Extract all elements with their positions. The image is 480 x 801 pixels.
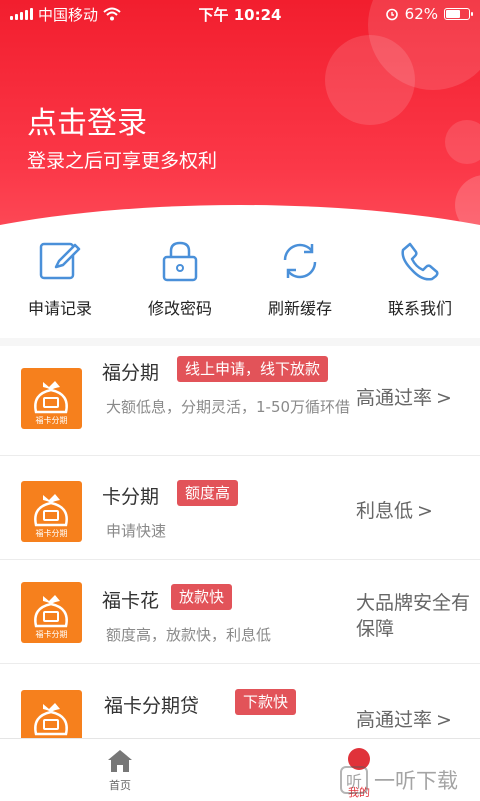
product-name: 卡分期: [102, 486, 160, 508]
tab-label: 首页: [109, 779, 131, 792]
lock-icon: [162, 241, 198, 282]
edit-icon: [39, 242, 81, 280]
tab-home[interactable]: 首页: [60, 739, 180, 801]
product-name: 福分期: [102, 362, 160, 384]
product-name: 福卡花: [102, 590, 160, 612]
decor-circle: [325, 35, 415, 125]
action-apply-records[interactable]: 申请记录: [0, 235, 120, 330]
action-refresh-cache[interactable]: 刷新缓存: [240, 235, 360, 330]
action-change-password[interactable]: 修改密码: [120, 235, 240, 330]
product-item[interactable]: 福卡分期 福分期 线上申请，线下放款 大额低息，分期灵活，1-50万循环借 高通…: [0, 348, 480, 452]
product-highlight: 高通过率 >: [356, 385, 476, 411]
product-desc: 申请快速: [106, 522, 167, 540]
product-highlight-text: 高通过率: [356, 709, 433, 731]
login-title[interactable]: 点击登录: [27, 98, 147, 142]
product-tag: 额度高: [177, 480, 239, 506]
product-logo: 福卡分期: [21, 582, 82, 643]
refresh-icon: [283, 243, 317, 279]
status-bar: 中国移动 下午 10:24 62%: [0, 0, 480, 28]
decor-circle: [445, 120, 480, 164]
action-label: 联系我们: [387, 299, 452, 318]
product-tag: 放款快: [171, 584, 233, 610]
chevron-right-icon: >: [417, 500, 433, 522]
section-divider: [0, 338, 480, 346]
home-icon: [108, 750, 132, 772]
product-desc: 大额低息，分期灵活，1-50万循环借: [106, 398, 351, 416]
logo-text: 福卡分期: [35, 529, 68, 538]
product-highlight-text: 高通过率: [356, 387, 433, 409]
action-label: 修改密码: [147, 299, 212, 318]
watermark: 听 一听下载: [340, 760, 480, 800]
watermark-logo-icon: 听: [340, 766, 368, 794]
product-highlight-text: 利息低: [356, 500, 414, 522]
watermark-text: 一听下载: [374, 769, 458, 793]
money-bag-icon: [34, 703, 68, 736]
logo-text: 福卡分期: [35, 416, 68, 425]
product-tag: 下款快: [235, 689, 297, 715]
product-highlight-text: 大品牌安全有保障: [356, 592, 471, 640]
phone-icon: [401, 242, 439, 281]
quick-actions: 申请记录 修改密码 刷新缓存 联系我们: [0, 235, 480, 330]
chevron-right-icon: >: [436, 709, 452, 731]
product-highlight: 大品牌安全有保障: [356, 590, 476, 642]
product-logo: 福卡分期: [21, 481, 82, 542]
product-item[interactable]: 福卡分期 福卡花 放款快 额度高，放款快，利息低 大品牌安全有保障: [0, 560, 480, 664]
status-time: 下午 10:24: [198, 5, 282, 24]
product-desc: 额度高，放款快，利息低: [106, 626, 272, 644]
battery-icon: [444, 8, 473, 20]
product-logo: [21, 690, 82, 738]
product-highlight: 利息低 >: [356, 498, 476, 524]
product-tag: 线上申请，线下放款: [177, 356, 329, 382]
chevron-right-icon: >: [436, 387, 452, 409]
product-item[interactable]: 福卡分期贷 下款快 高通过率 >: [0, 664, 480, 738]
product-name: 福卡分期贷: [104, 695, 200, 717]
action-label: 申请记录: [27, 299, 92, 318]
product-highlight: 高通过率 >: [356, 707, 476, 733]
product-item[interactable]: 福卡分期 卡分期 额度高 申请快速 利息低 >: [0, 456, 480, 560]
action-contact-us[interactable]: 联系我们: [360, 235, 480, 330]
logo-text: 福卡分期: [35, 630, 68, 639]
product-logo: 福卡分期: [21, 368, 82, 429]
action-label: 刷新缓存: [267, 299, 332, 318]
login-subtitle: 登录之后可享更多权利: [27, 150, 218, 172]
